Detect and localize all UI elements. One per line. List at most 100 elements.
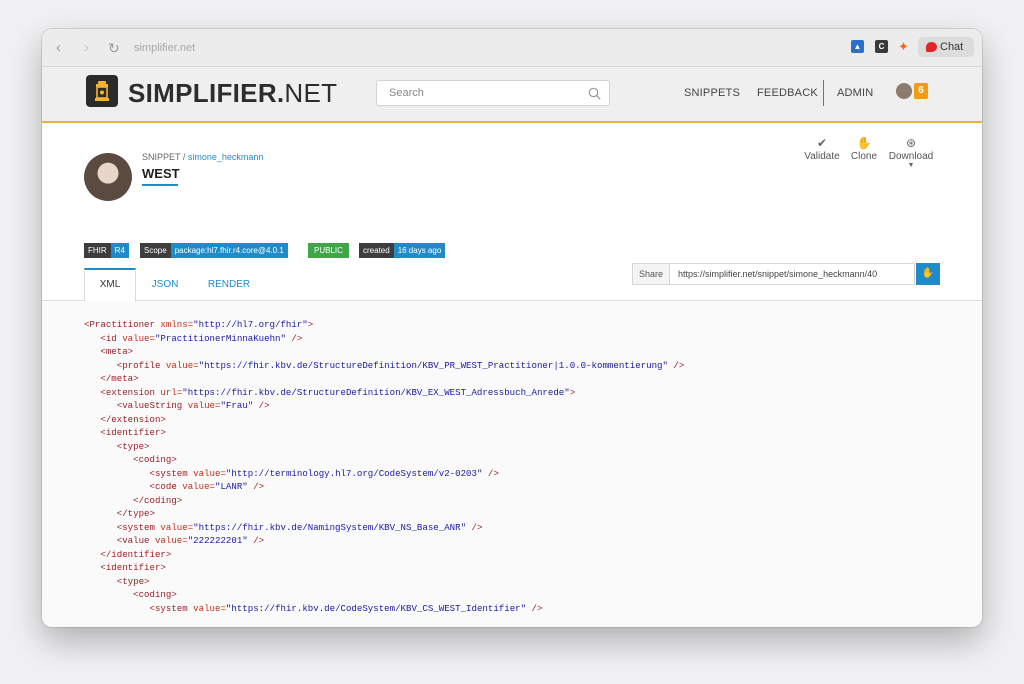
xml-tag: /> [247, 535, 265, 546]
xml-value: "222222201" [187, 535, 248, 546]
code-line: <type> [84, 575, 684, 589]
xml-tag: </extension> [100, 413, 166, 425]
nav-admin[interactable]: ADMIN [837, 87, 873, 99]
xml-tag: <system [116, 521, 161, 533]
xml-tag: <code [149, 481, 183, 492]
xml-value: "https://fhir.kbv.de/StructureDefinition… [198, 359, 668, 371]
code-line: <coding> [84, 453, 684, 467]
snippet-title: WEST [142, 166, 180, 181]
xml-tag: <system [149, 602, 194, 614]
nav-feedback[interactable]: FEEDBACK [757, 87, 818, 99]
download-button[interactable]: ⊛ Download ▼ [888, 135, 934, 170]
code-line: <Practitioner xmlns="http://hl7.org/fhir… [84, 318, 684, 332]
xml-tag: <id [100, 332, 123, 344]
forward-icon[interactable]: › [84, 29, 89, 67]
xml-tag: </meta> [100, 373, 139, 384]
xml-value: "PractitionerMinnaKuehn" [154, 332, 286, 344]
validate-button[interactable]: ✔ Validate [802, 135, 842, 162]
xml-tag: /> [526, 602, 543, 614]
user-avatar[interactable] [896, 83, 912, 99]
search-icon[interactable] [588, 87, 601, 100]
code-viewer[interactable]: <Practitioner xmlns="http://hl7.org/fhir… [42, 302, 982, 627]
chevron-down-icon: ▼ [907, 162, 915, 169]
title-underline [142, 184, 178, 186]
xml-attribute: value= [187, 400, 221, 411]
nav-snippets[interactable]: SNIPPETS [684, 87, 740, 99]
clone-label: Clone [850, 151, 878, 162]
tag-value: package:hl7.fhir.r4.core@4.0.1 [170, 243, 288, 258]
browser-toolbar: ‹ › ↻ simplifier.net ▲ C ✦ Chat [42, 29, 982, 67]
xml-value: "http://terminology.hl7.org/CodeSystem/v… [225, 467, 483, 479]
tag-visibility: PUBLIC [308, 243, 349, 258]
xml-attribute: xmlns= [160, 319, 194, 330]
tab-json[interactable]: JSON [140, 268, 190, 301]
code-line: <value value="222222201" /> [84, 534, 684, 548]
xml-value: "https://fhir.kbv.de/NamingSystem/KBV_NS… [193, 521, 467, 533]
xml-tag: <identifier> [100, 427, 166, 438]
tag-scope[interactable]: Scope package:hl7.fhir.r4.core@4.0.1 [140, 243, 288, 258]
tab-render[interactable]: RENDER [199, 268, 259, 301]
xml-tag: </identifier> [100, 548, 172, 560]
code-line: <system value="https://fhir.kbv.de/CodeS… [84, 602, 684, 616]
extension-c-icon[interactable]: C [875, 40, 888, 53]
clone-button[interactable]: ✋ Clone [848, 135, 880, 162]
notification-badge[interactable]: 6 [914, 83, 928, 99]
simplifier-logo[interactable] [86, 75, 118, 107]
breadcrumb-author-link[interactable]: simone_heckmann [188, 152, 264, 162]
extension-icon[interactable]: ▲ [851, 40, 864, 53]
code-line: <identifier> [84, 426, 684, 440]
code-line: <valueString value="Frau" /> [84, 399, 684, 413]
breadcrumb-prefix: SNIPPET / [142, 152, 188, 162]
reload-icon[interactable]: ↻ [108, 29, 120, 67]
xml-value: "http://hl7.org/fhir" [193, 319, 308, 330]
xml-tag: <type> [116, 575, 150, 587]
xml-code: <Practitioner xmlns="http://hl7.org/fhir… [84, 318, 684, 615]
xml-attribute: value= [182, 481, 215, 492]
code-line: <system value="http://terminology.hl7.or… [84, 467, 684, 481]
tag-created: created 16 days ago [359, 243, 446, 258]
search-input[interactable] [377, 81, 577, 105]
code-line: </meta> [84, 372, 684, 386]
tag-key: created [359, 243, 394, 258]
xml-value: "https://fhir.kbv.de/CodeSystem/KBV_CS_W… [225, 602, 527, 614]
tag-key: Scope [140, 243, 171, 258]
xml-tag: <identifier> [100, 562, 166, 573]
xml-tag: <extension [100, 386, 161, 398]
checkmark-icon: ✔ [816, 136, 828, 150]
code-line: <coding> [84, 588, 684, 602]
xml-tag: <profile [116, 359, 166, 371]
flame-icon[interactable]: ✦ [897, 40, 910, 53]
hydrant-icon [95, 81, 109, 101]
code-line: </coding> [84, 494, 684, 508]
code-line: <extension url="https://fhir.kbv.de/Stru… [84, 386, 684, 400]
xml-value: "LANR" [215, 481, 248, 492]
xml-attribute: value= [193, 602, 226, 614]
address-bar[interactable]: simplifier.net [134, 29, 195, 67]
xml-tag: /> [285, 332, 303, 344]
code-line: </extension> [84, 413, 684, 427]
chat-button[interactable]: Chat [918, 37, 974, 57]
author-avatar[interactable] [84, 153, 132, 201]
xml-tag: <Practitioner [84, 319, 161, 330]
xml-tag: /> [667, 359, 685, 371]
download-icon: ⊛ [905, 136, 917, 150]
search-box [376, 80, 610, 106]
xml-tag: <meta> [100, 346, 134, 357]
xml-tag: /> [482, 467, 499, 479]
xml-attribute: value= [193, 467, 226, 479]
xml-tag: /> [253, 400, 270, 411]
xml-attribute: url= [160, 386, 183, 398]
tag-value: 16 days ago [393, 243, 446, 258]
breadcrumb: SNIPPET / simone_heckmann [142, 152, 263, 162]
tab-xml[interactable]: XML [84, 268, 136, 302]
clone-icon: ✋ [856, 136, 872, 150]
code-line: <code value="LANR" /> [84, 480, 684, 494]
chat-label: Chat [940, 41, 964, 53]
back-icon[interactable]: ‹ [56, 29, 61, 67]
code-line: <meta> [84, 345, 684, 359]
xml-attribute: value= [165, 359, 199, 371]
code-line: <identifier> [84, 561, 684, 575]
code-line: </type> [84, 507, 684, 521]
tag-value: R4 [110, 243, 129, 258]
site-header: SIMPLIFIER.NET SNIPPETS FEEDBACK ADMIN 6 [42, 67, 982, 123]
